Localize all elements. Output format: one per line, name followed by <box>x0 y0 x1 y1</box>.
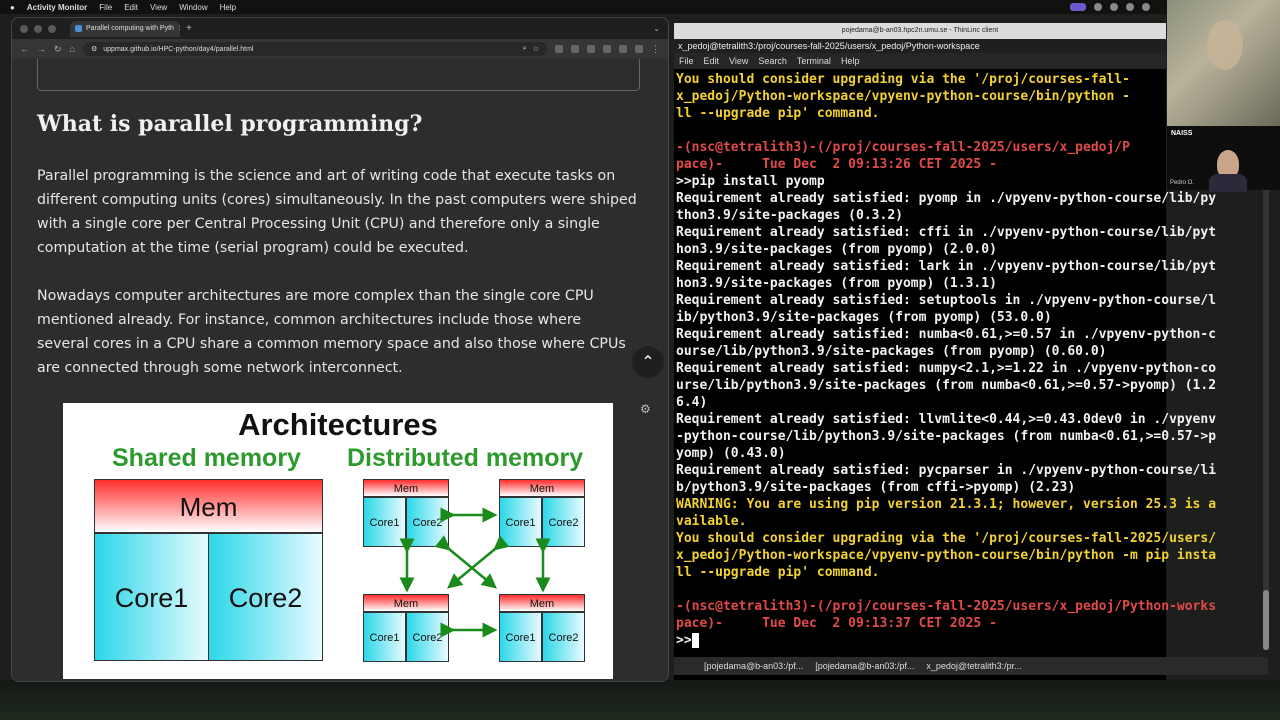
maximize-window-button[interactable] <box>48 24 56 33</box>
terminal-line: hon3.9/site-packages (from pyomp) (1.3.1… <box>676 276 997 291</box>
terminal-line: 6.4) <box>676 395 708 410</box>
status-icon[interactable] <box>1126 3 1134 11</box>
interconnect-arrows <box>399 507 551 638</box>
status-icon[interactable] <box>1094 3 1102 11</box>
extension-icon[interactable] <box>587 45 595 53</box>
forward-icon[interactable]: → <box>37 44 46 54</box>
screen-share-icon[interactable] <box>1070 3 1086 11</box>
terminal-line: Requirement already satisfied: pycparser… <box>676 463 1217 478</box>
tab-list-icon[interactable]: ⌄ <box>653 24 660 33</box>
participant-face <box>1207 20 1243 70</box>
terminal-line: -(nsc@tetralith3)-(/proj/courses-fall-20… <box>676 599 1217 614</box>
participant-body <box>1209 174 1247 192</box>
terminal-line: Requirement already satisfied: llvmlite<… <box>676 412 1217 427</box>
extension-icon[interactable] <box>571 45 579 53</box>
terminal-line: Requirement already satisfied: lark in .… <box>676 259 1217 274</box>
url-field[interactable]: ⚙ uppmax.github.io/HPC-python/day4/paral… <box>82 42 547 56</box>
menu-window[interactable]: Window <box>179 3 207 12</box>
terminal-line: -python-course/lib/python3.9/site-packag… <box>676 429 1217 444</box>
terminal-line: Requirement already satisfied: cffi in .… <box>676 225 1217 240</box>
favicon-icon <box>75 25 82 32</box>
terminal-line: Requirement already satisfied: numpy<2.1… <box>676 361 1217 376</box>
menu-help[interactable]: Help <box>220 3 236 12</box>
terminal-line: Requirement already satisfied: pyomp in … <box>676 191 1217 206</box>
browser-tabbar: Parallel computing with Pyth ✕ + ⌄ <box>12 18 668 39</box>
browser-window: Parallel computing with Pyth ✕ + ⌄ ← → ↻… <box>11 17 669 682</box>
terminal-line: hon3.9/site-packages (from pyomp) (2.0.0… <box>676 242 997 257</box>
taskbar-item[interactable]: x_pedoj@tetralith3:/pr... <box>926 661 1021 671</box>
terminal-line: WARNING: You are using pip version 21.3.… <box>676 497 1217 512</box>
prompt-text: >> <box>676 633 692 648</box>
video-participant-2[interactable]: NAISS Pedro O. <box>1167 126 1280 192</box>
browser-tab[interactable]: Parallel computing with Pyth ✕ <box>70 20 180 37</box>
extension-icon[interactable] <box>555 45 563 53</box>
accessibility-button[interactable]: ⌃ <box>632 346 664 378</box>
terminal-scrollbar[interactable] <box>1263 190 1269 650</box>
taskbar-item[interactable]: [pojedama@b-an03:/pf... <box>815 661 914 671</box>
terminal-line: ll --upgrade pip' command. <box>676 565 880 580</box>
terminal-line: urse/lib/python3.9/site-packages (from n… <box>676 378 1217 393</box>
tab-title: Parallel computing with Pyth <box>86 25 174 32</box>
architectures-figure: Architectures Shared memory Distributed … <box>63 403 613 679</box>
terminal-line: yomp) (0.43.0) <box>676 446 786 461</box>
taskbar-item[interactable]: [pojedama@b-an03:/pf... <box>704 661 803 671</box>
page-content: What is parallel programming? Parallel p… <box>12 59 668 681</box>
close-window-button[interactable] <box>20 24 28 33</box>
profile-icon[interactable] <box>635 45 643 53</box>
mac-menubar: ● Activity Monitor File Edit View Window… <box>0 0 1280 14</box>
apple-icon[interactable]: ● <box>10 3 15 12</box>
menu-file[interactable]: File <box>99 3 112 12</box>
active-app-name[interactable]: Activity Monitor <box>27 3 87 12</box>
paragraph-2: Nowadays computer architectures are more… <box>37 288 626 376</box>
terminal-cursor <box>691 633 700 648</box>
terminal-line: Requirement already satisfied: numba<0.6… <box>676 327 1217 342</box>
menu-view[interactable]: View <box>150 3 167 12</box>
terminal-line: pace)- Tue Dec 2 09:13:37 CET 2025 - <box>676 616 997 631</box>
extension-icon[interactable] <box>619 45 627 53</box>
paragraph-1: Parallel programming is the science and … <box>37 168 637 256</box>
terminal-line: b/python3.9/site-packages (from cffi->py… <box>676 480 1076 495</box>
url-text: uppmax.github.io/HPC-python/day4/paralle… <box>103 45 254 53</box>
zoom-icon[interactable]: ⌕ <box>523 45 527 53</box>
site-info-icon[interactable]: ⚙ <box>91 45 97 53</box>
address-bar-row: ← → ↻ ⌂ ⚙ uppmax.github.io/HPC-python/da… <box>12 39 668 59</box>
terminal-prompt: >> <box>676 632 1264 649</box>
video-participant-1[interactable] <box>1167 0 1280 126</box>
thinlinc-taskbar: [pojedama@b-an03:/pf... [pojedama@b-an03… <box>674 657 1268 675</box>
home-icon[interactable]: ⌂ <box>70 44 75 54</box>
wifi-icon[interactable] <box>1142 3 1150 11</box>
minimize-window-button[interactable] <box>34 24 42 33</box>
terminal-line: ourse/lib/python3.9/site-packages (from … <box>676 344 1107 359</box>
terminal-line: thon3.9/site-packages (0.3.2) <box>676 208 903 223</box>
menu-edit[interactable]: Edit <box>124 3 138 12</box>
bookmark-star-icon[interactable]: ☆ <box>533 45 539 53</box>
previous-content-box <box>37 59 640 91</box>
back-icon[interactable]: ← <box>20 44 29 54</box>
close-tab-icon[interactable]: ✕ <box>178 24 180 33</box>
extension-icon[interactable] <box>603 45 611 53</box>
desktop-background <box>0 680 1280 720</box>
naiss-logo: NAISS <box>1171 130 1193 137</box>
terminal-line: Requirement already satisfied: setuptool… <box>676 293 1217 308</box>
terminal-line: You should consider upgrading via the '/… <box>676 531 1217 546</box>
terminal-line: ib/python3.9/site-packages (from pyomp) … <box>676 310 1052 325</box>
terminal-window: pojedama@b-an03.hpc2n.umu.se - ThinLinc … <box>674 23 1216 680</box>
terminal-line: vailable. <box>676 514 747 529</box>
terminal-line: x_pedoj/Python-workspace/vpyenv-python-c… <box>676 548 1217 563</box>
section-heading: What is parallel programming? <box>37 111 423 137</box>
participant-name: Pedro O. <box>1170 180 1195 186</box>
status-icon[interactable] <box>1110 3 1118 11</box>
new-tab-icon[interactable]: + <box>186 23 192 34</box>
browser-menu-icon[interactable]: ⋮ <box>651 44 660 55</box>
scrollbar-thumb[interactable] <box>1263 590 1269 650</box>
settings-gear-icon[interactable]: ⚙ <box>640 402 651 416</box>
reload-icon[interactable]: ↻ <box>54 44 62 55</box>
